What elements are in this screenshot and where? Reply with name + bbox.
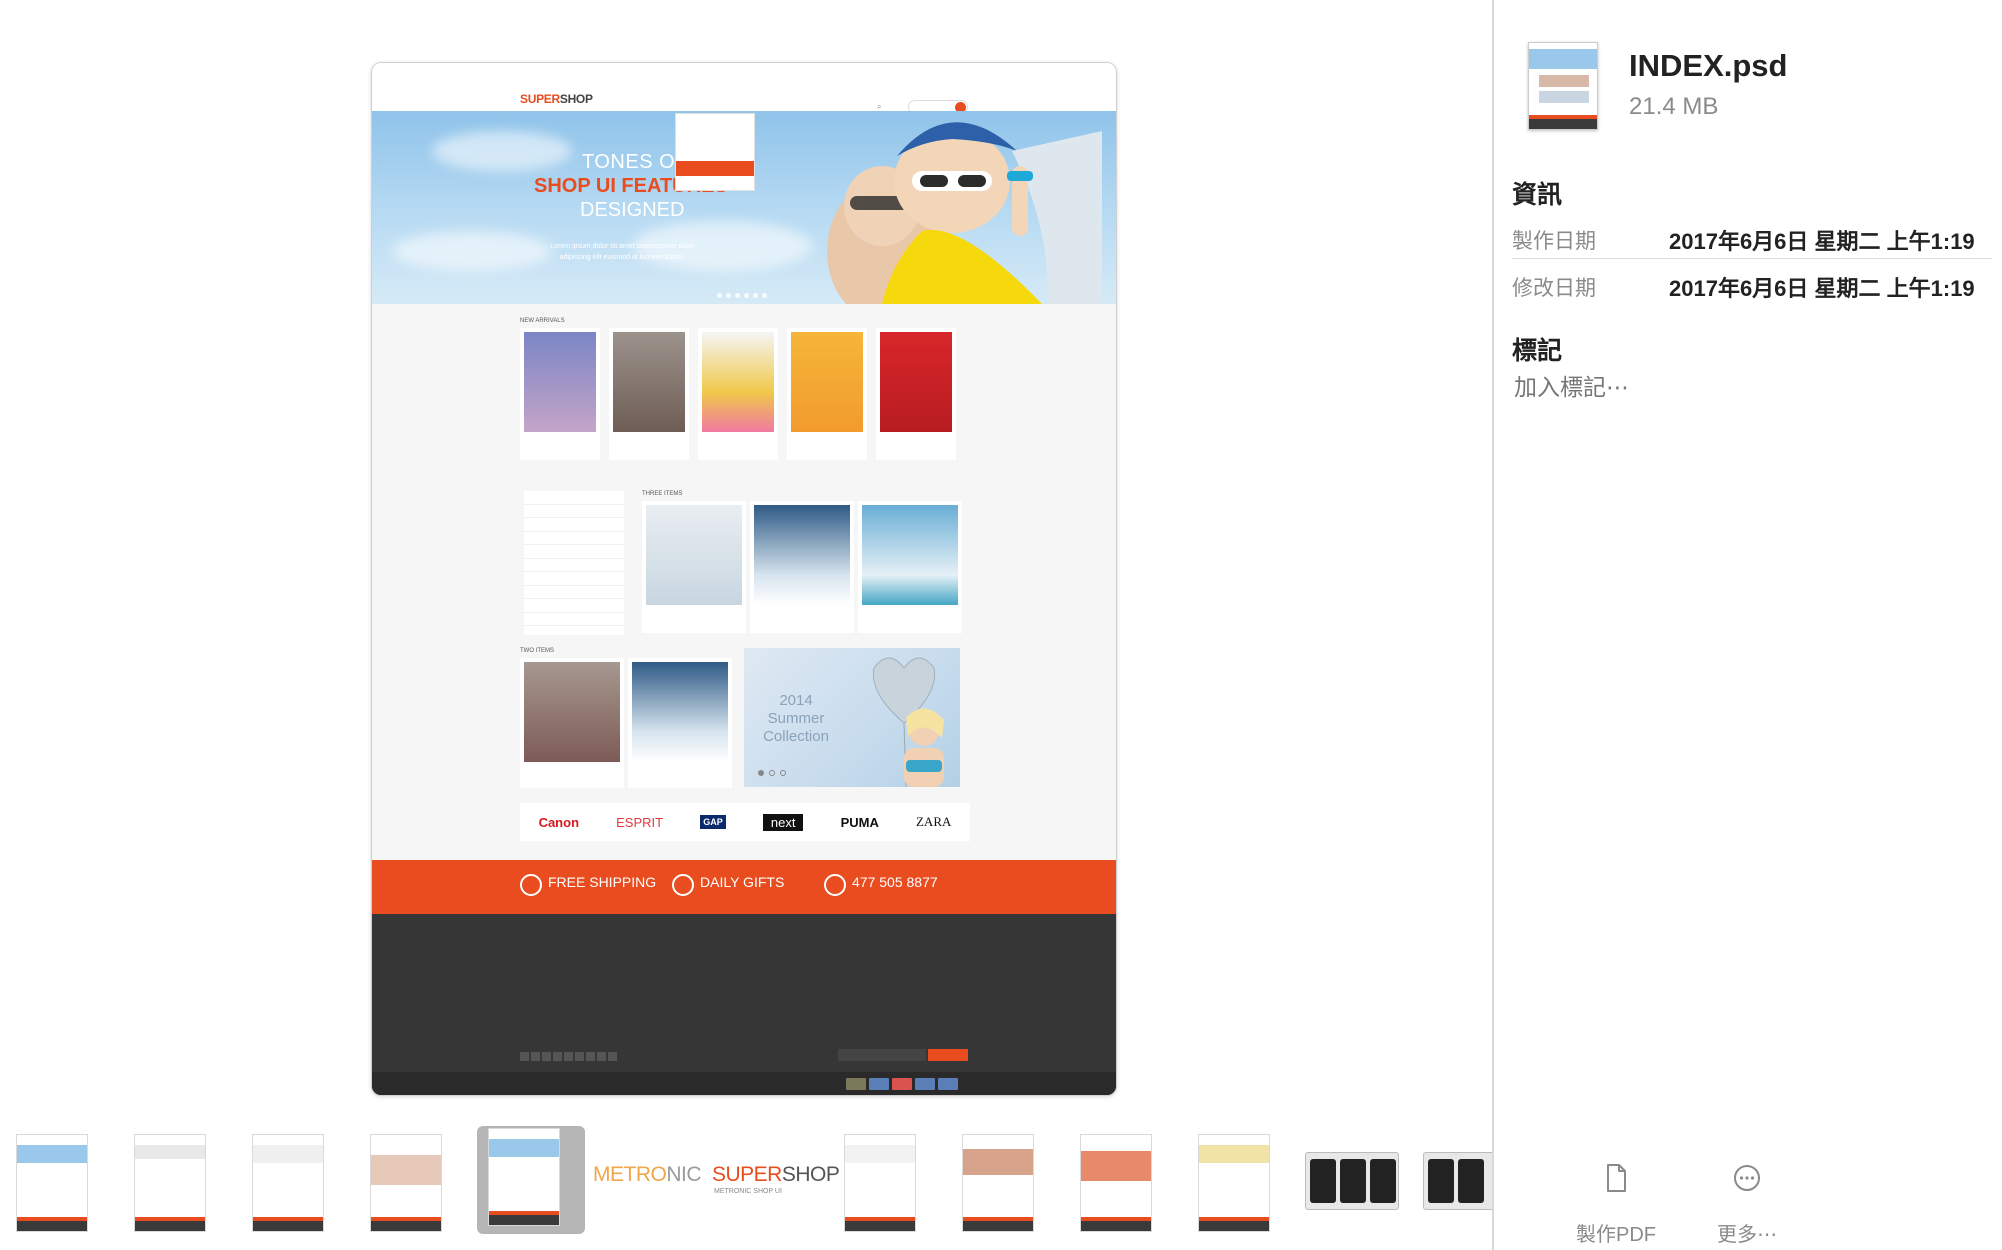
page-thumbnail[interactable] xyxy=(962,1134,1034,1232)
file-name: INDEX.psd xyxy=(1629,48,1788,83)
mock-product-card xyxy=(520,328,600,460)
page-thumbnail[interactable] xyxy=(134,1134,206,1232)
mock-product-card xyxy=(787,328,867,460)
page-thumbnail-strip: METRONIC SUPERSHOP METRONIC SHOP UI xyxy=(0,1120,1492,1250)
page-thumbnail[interactable] xyxy=(1080,1134,1152,1232)
supershop-logo-subtitle: METRONIC SHOP UI xyxy=(714,1188,782,1195)
mock-product-card xyxy=(642,501,746,633)
mock-dropdown-menu xyxy=(675,113,755,191)
mock-product-card xyxy=(750,501,854,633)
info-row-modified: 修改日期 2017年6月6日 星期二 上午1:19 xyxy=(1512,260,1992,306)
mock-promo-image xyxy=(872,657,944,787)
mock-brand-logo: PUMA xyxy=(840,814,879,830)
mock-hero-dots xyxy=(717,293,767,298)
preview-area: SUPERSHOP ⌕ TONES OF SHOP UI FEATURES DE… xyxy=(0,0,1492,1250)
add-tags-input[interactable] xyxy=(1514,375,1814,401)
document-icon xyxy=(1607,1164,1626,1192)
mock-promo-text: 2014 Summer Collection xyxy=(763,692,829,745)
supershop-logo-thumbnail[interactable]: SUPERSHOP xyxy=(712,1163,840,1187)
info-row-created: 製作日期 2017年6月6日 星期二 上午1:19 xyxy=(1512,213,1992,259)
info-label: 修改日期 xyxy=(1512,277,1596,300)
info-label: 製作日期 xyxy=(1512,230,1596,253)
metronic-logo-thumbnail[interactable]: METRONIC xyxy=(593,1163,701,1187)
mock-logo: SUPERSHOP xyxy=(520,92,593,106)
mock-info-strip: FREE SHIPPING DAILY GIFTS 477 505 8877 xyxy=(372,860,1116,914)
page-thumbnail[interactable] xyxy=(1198,1134,1270,1232)
page-thumbnail[interactable] xyxy=(370,1134,442,1232)
quick-look-window: SUPERSHOP ⌕ TONES OF SHOP UI FEATURES DE… xyxy=(0,0,2002,1250)
device-mockup-thumbnail[interactable] xyxy=(1305,1152,1399,1210)
mock-product-card xyxy=(876,328,956,460)
mock-section-three-items: THREE ITEMS xyxy=(642,491,683,497)
file-thumbnail-icon xyxy=(1528,42,1598,130)
page-thumbnail-selected[interactable] xyxy=(477,1126,585,1234)
more-label: 更多⋯ xyxy=(1717,1224,1777,1246)
mock-topbar xyxy=(372,63,1116,77)
mock-brand-logo: Canon xyxy=(538,814,580,830)
mock-footer xyxy=(372,914,1116,1095)
mock-promo-banner: 2014 Summer Collection xyxy=(744,648,960,787)
mock-newsletter-input xyxy=(838,1049,926,1061)
mock-hero-line1: TONES OF xyxy=(582,151,688,173)
info-value: 2017年6月6日 星期二 上午1:19 xyxy=(1669,229,1975,254)
more-button[interactable]: 更多⋯ xyxy=(1682,1160,1812,1246)
mock-product-card xyxy=(698,328,778,460)
file-size: 21.4 MB xyxy=(1629,93,1719,120)
mock-product-card xyxy=(858,501,962,633)
mock-category-sidebar xyxy=(524,491,624,635)
mock-product-card xyxy=(628,658,732,788)
mock-hero-image xyxy=(827,122,1102,304)
psd-page-preview: SUPERSHOP ⌕ TONES OF SHOP UI FEATURES DE… xyxy=(371,62,1117,1096)
mock-section-new-arrivals: NEW ARRIVALS xyxy=(520,318,565,324)
mock-footer-bottom xyxy=(372,1072,1116,1095)
mock-brand-logos: Canon ESPRIT GAP next PUMA ZARA xyxy=(520,803,970,841)
mock-subscribe-button xyxy=(928,1049,968,1061)
device-mockup-thumbnail[interactable] xyxy=(1423,1152,1492,1210)
mock-product-card xyxy=(520,658,624,788)
mock-social-icons xyxy=(520,1052,617,1061)
mock-payment-icons xyxy=(846,1078,958,1090)
ellipsis-circle-icon xyxy=(1734,1165,1760,1191)
mock-section-two-items: TWO ITEMS xyxy=(520,648,554,654)
make-pdf-label: 製作PDF xyxy=(1576,1224,1656,1246)
mock-brand-logo: next xyxy=(762,813,804,831)
mock-product-card xyxy=(609,328,689,460)
page-thumbnail[interactable] xyxy=(252,1134,324,1232)
mock-hero-paragraph: Lorem ipsum dolor sit amet consectetuer … xyxy=(550,243,694,261)
info-panel: INDEX.psd 21.4 MB 資訊 製作日期 2017年6月6日 星期二 … xyxy=(1494,0,2002,1250)
mock-hero-line3: DESIGNED xyxy=(580,199,685,221)
make-pdf-button[interactable]: 製作PDF xyxy=(1551,1160,1681,1246)
info-section-heading: 資訊 xyxy=(1512,181,1563,209)
mock-brand-logo: GAP xyxy=(700,815,726,829)
mock-brand-logo: ZARA xyxy=(915,814,952,829)
page-thumbnail[interactable] xyxy=(16,1134,88,1232)
mock-brand-logo: ESPRIT xyxy=(616,814,664,830)
tags-section-heading: 標記 xyxy=(1512,337,1563,365)
page-thumbnail[interactable] xyxy=(844,1134,916,1232)
info-value: 2017年6月6日 星期二 上午1:19 xyxy=(1669,276,1975,301)
